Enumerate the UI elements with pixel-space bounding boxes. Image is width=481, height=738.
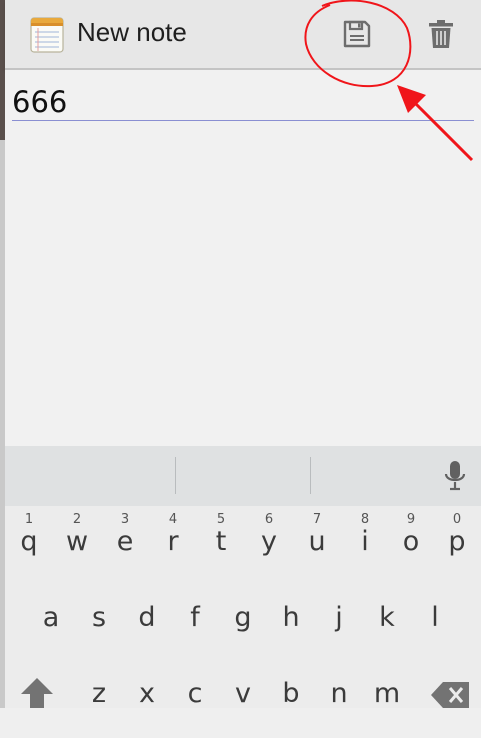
key-g[interactable]: g bbox=[219, 602, 267, 662]
key-u[interactable]: 7u bbox=[293, 510, 341, 570]
trash-icon bbox=[429, 20, 453, 48]
voice-input-button[interactable] bbox=[435, 458, 475, 494]
key-b[interactable]: b bbox=[267, 678, 315, 738]
suggestion-slot-1[interactable] bbox=[5, 446, 175, 506]
key-x[interactable]: x bbox=[123, 678, 171, 738]
key-j[interactable]: j bbox=[315, 602, 363, 662]
key-n[interactable]: n bbox=[315, 678, 363, 738]
backspace-icon bbox=[431, 682, 469, 708]
shift-key[interactable] bbox=[19, 676, 55, 708]
app-title: New note bbox=[77, 17, 187, 47]
key-k[interactable]: k bbox=[363, 602, 411, 662]
key-w[interactable]: 2w bbox=[53, 510, 101, 570]
key-t[interactable]: 5t bbox=[197, 510, 245, 570]
key-d[interactable]: d bbox=[123, 602, 171, 662]
key-i[interactable]: 8i bbox=[341, 510, 389, 570]
notepad-icon bbox=[29, 14, 65, 54]
note-text-field[interactable] bbox=[12, 84, 474, 121]
key-r[interactable]: 4r bbox=[149, 510, 197, 570]
note-editor bbox=[5, 70, 481, 446]
floppy-disk-icon bbox=[343, 20, 371, 48]
key-h[interactable]: h bbox=[267, 602, 315, 662]
key-o[interactable]: 9o bbox=[387, 510, 435, 570]
delete-button[interactable] bbox=[417, 12, 465, 56]
key-l[interactable]: l bbox=[411, 602, 459, 662]
suggestion-slot-3[interactable] bbox=[311, 446, 431, 506]
key-a[interactable]: a bbox=[27, 602, 75, 662]
backspace-key[interactable] bbox=[431, 682, 471, 708]
key-q[interactable]: 1q bbox=[5, 510, 53, 570]
key-y[interactable]: 6y bbox=[245, 510, 293, 570]
key-v[interactable]: v bbox=[219, 678, 267, 738]
soft-keyboard: 1q 2w 3e 4r 5t 6y 7u 8i 9o 0p a s d f g … bbox=[5, 446, 481, 709]
suggestion-bar bbox=[5, 446, 481, 506]
key-z[interactable]: z bbox=[75, 678, 123, 738]
suggestion-slot-2[interactable] bbox=[176, 446, 310, 506]
key-m[interactable]: m bbox=[363, 678, 411, 738]
app-bar: New note bbox=[5, 0, 481, 70]
key-s[interactable]: s bbox=[75, 602, 123, 662]
microphone-icon bbox=[444, 461, 466, 491]
shift-arrow-icon bbox=[21, 678, 53, 708]
key-c[interactable]: c bbox=[171, 678, 219, 738]
key-e[interactable]: 3e bbox=[101, 510, 149, 570]
key-p[interactable]: 0p bbox=[433, 510, 481, 570]
key-f[interactable]: f bbox=[171, 602, 219, 662]
save-button[interactable] bbox=[333, 12, 381, 56]
